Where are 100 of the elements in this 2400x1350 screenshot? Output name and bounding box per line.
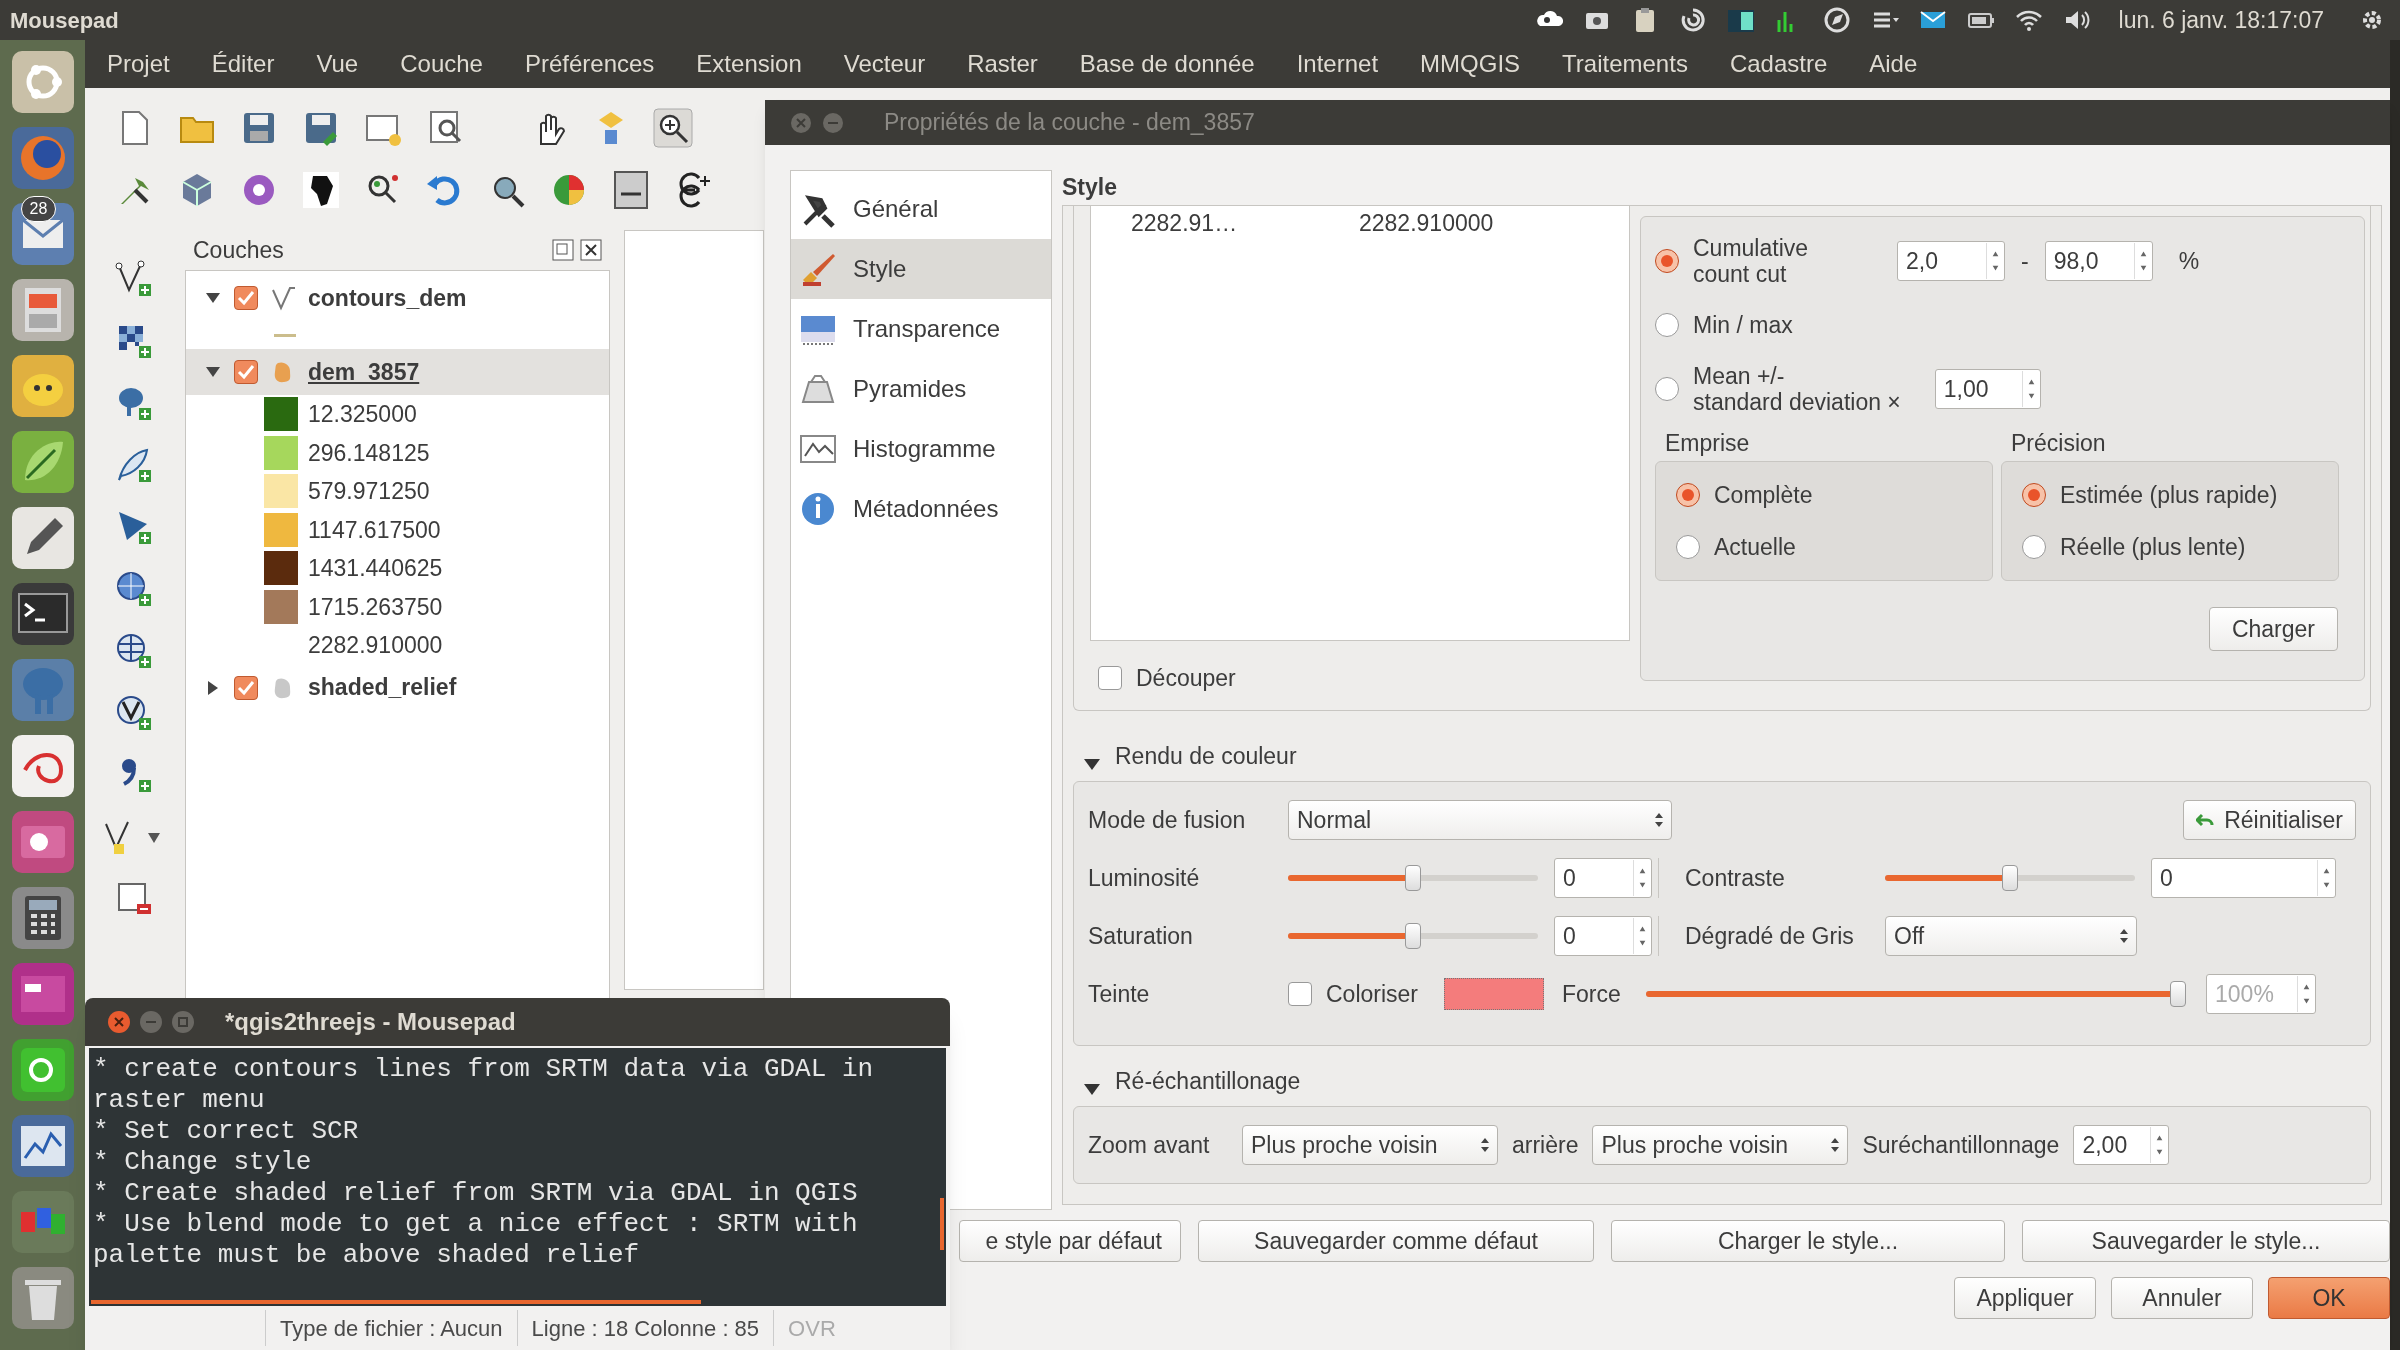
section-item[interactable]: Transparence [791, 299, 1051, 359]
clock[interactable]: lun. 6 janv. 18:17:07 [2118, 2, 2324, 38]
logo-icon[interactable] [10, 50, 75, 114]
menu-item[interactable]: Base de donnée [1079, 46, 1255, 82]
section-item[interactable]: Histogramme [791, 419, 1051, 479]
slider-thumb[interactable] [1405, 865, 1421, 891]
menu-item[interactable]: Préférences [524, 46, 655, 82]
calculator-icon[interactable] [10, 886, 75, 950]
compass-icon[interactable] [1822, 6, 1851, 34]
menu-item[interactable]: Aide [1869, 46, 1918, 82]
pencil-icon[interactable] [10, 506, 75, 570]
layer-name[interactable]: contours_dem [308, 280, 467, 316]
combo-box[interactable]: Plus proche voisin [1592, 1125, 1849, 1165]
dialog-button[interactable]: OK [2268, 1277, 2390, 1319]
slider-thumb[interactable] [2002, 865, 2018, 891]
caret-icon[interactable] [148, 833, 160, 843]
legend-value: 1147.617500 [308, 515, 441, 545]
table-cell-text: 2282.910000 [1359, 208, 1494, 238]
menu-item[interactable]: Projet [107, 46, 170, 82]
spin-box[interactable]: 1,00 [1934, 369, 2041, 409]
section-header[interactable]: Ré-échantillonage [1115, 1063, 1301, 1098]
spin-box[interactable]: 2,0 [1897, 241, 2005, 281]
menu-item[interactable]: Internet [1296, 46, 1379, 82]
checkbox[interactable] [1098, 666, 1122, 691]
chart-icon[interactable] [10, 1114, 75, 1178]
text-line: * Set correct SCR [93, 1116, 359, 1147]
combo-box[interactable]: Normal [1288, 800, 1672, 840]
menu-item[interactable]: Vue [316, 46, 359, 82]
radio-label: Cumulative count cut [1693, 235, 1810, 287]
slider[interactable] [1288, 863, 1538, 893]
text-line: raster menu [93, 1085, 265, 1116]
camera-icon[interactable] [10, 810, 75, 874]
radio-button[interactable] [1655, 313, 1679, 337]
status-text: Ligne : 18 Colonne : 85 [530, 1314, 761, 1343]
load-button[interactable]: Charger [2208, 607, 2338, 651]
dialog-button[interactable]: Annuler [2111, 1277, 2253, 1319]
slider[interactable] [1885, 863, 2135, 893]
text-editor[interactable] [89, 1048, 946, 1306]
continent-icon[interactable] [301, 170, 341, 210]
tile-icon[interactable] [10, 1038, 75, 1102]
radio-button[interactable] [1655, 249, 1679, 273]
radio-button[interactable] [1676, 535, 1700, 560]
legend-value: 2282.910000 [308, 631, 443, 660]
scrollbar[interactable] [91, 1300, 701, 1304]
swirl-icon[interactable] [10, 734, 75, 798]
slider[interactable] [1288, 921, 1538, 951]
mail-icon[interactable] [10, 202, 75, 266]
slider-thumb[interactable] [1405, 923, 1421, 949]
leaf-icon[interactable] [10, 430, 75, 494]
trash-icon[interactable] [10, 1266, 75, 1330]
zoom-in-icon[interactable] [653, 108, 693, 148]
terminal-icon[interactable] [10, 582, 75, 646]
field-label: Mode de fusion [1088, 805, 1247, 835]
spin-box[interactable]: 98,0 [2044, 241, 2153, 281]
menu-item[interactable]: Raster [967, 46, 1038, 82]
checkbox-label: Découper [1136, 664, 1236, 693]
menu-item[interactable]: Traitements [1562, 46, 1688, 82]
menu-item[interactable]: Vecteur [843, 46, 926, 82]
layer-name[interactable]: shaded_relief [308, 670, 457, 705]
radio-button[interactable] [1676, 482, 1700, 507]
dialog-button[interactable]: Appliquer [1954, 1277, 2096, 1319]
combo-box[interactable]: Plus proche voisin [1242, 1125, 1498, 1165]
style-button[interactable]: Sauvegarder comme défaut [1198, 1220, 1594, 1262]
combo-box[interactable]: Off [1885, 916, 2137, 956]
section-header[interactable]: Rendu de couleur [1115, 738, 1297, 773]
checkbox[interactable] [234, 360, 258, 384]
spin-box[interactable]: 0 [1554, 916, 1652, 956]
text-line: * Create shaded relief from SRTM via GDAL in QGIS [93, 1178, 858, 1209]
menu-item[interactable]: Couche [400, 46, 483, 82]
slider[interactable] [1646, 979, 2187, 1009]
reset-button[interactable]: Réinitialiser [2183, 800, 2356, 840]
file-cabinet-icon[interactable] [10, 278, 75, 342]
spin-box[interactable]: 2,00 [2073, 1125, 2170, 1165]
section-item[interactable]: Style [791, 239, 1051, 299]
teapot-icon[interactable] [10, 354, 75, 418]
radio-button[interactable] [1655, 377, 1679, 401]
group-title: Précision [2010, 428, 2107, 458]
scrollbar[interactable] [940, 1198, 944, 1250]
spin-box[interactable]: 0 [1554, 858, 1652, 898]
globe-icon[interactable] [10, 126, 75, 190]
float-icon[interactable] [552, 239, 574, 261]
checkbox[interactable] [234, 286, 258, 310]
style-button[interactable]: Charger le style... [1611, 1220, 2005, 1262]
checkbox[interactable] [234, 675, 258, 700]
window-icon[interactable] [10, 962, 75, 1026]
section-item[interactable]: Métadonnées [791, 479, 1051, 539]
menu-item[interactable]: Extension [696, 46, 802, 82]
menu-item[interactable]: Cadastre [1729, 46, 1828, 82]
menu-item[interactable]: MMQGIS [1420, 46, 1521, 82]
close-icon[interactable] [580, 239, 602, 261]
section-item[interactable]: Pyramides [791, 359, 1051, 419]
spin-box[interactable]: 0 [2151, 858, 2336, 898]
checkbox-label: Coloriser [1326, 979, 1419, 1009]
radio-button[interactable] [2022, 482, 2046, 507]
menu-item[interactable]: Éditer [211, 46, 275, 82]
style-button[interactable]: e style par défaut [959, 1220, 1181, 1262]
style-button[interactable]: Sauvegarder le style... [2022, 1220, 2390, 1262]
radio-button[interactable] [2022, 535, 2046, 560]
field-label: Force [1562, 979, 1622, 1009]
section-item[interactable]: Général [791, 179, 1051, 239]
